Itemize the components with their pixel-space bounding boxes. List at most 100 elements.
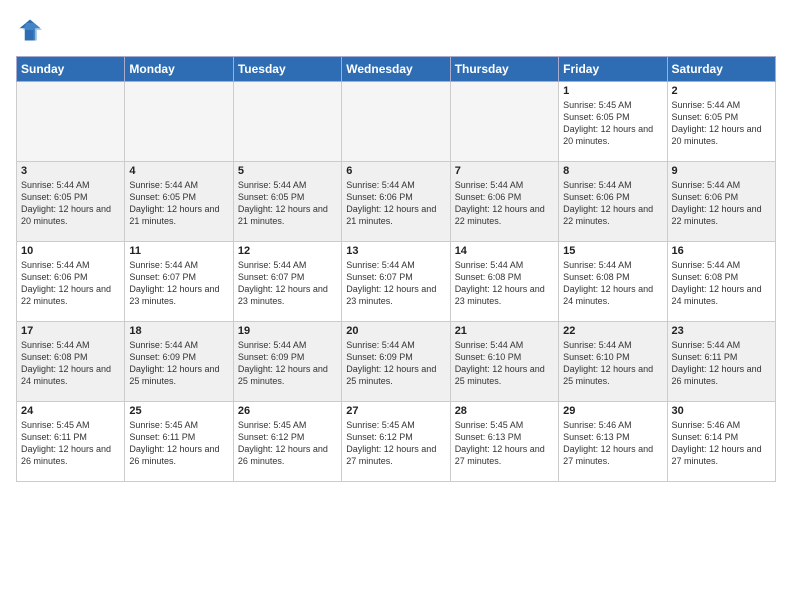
day-number: 1 <box>563 85 662 97</box>
day-cell: 28 Sunrise: 5:45 AM Sunset: 6:13 PM Dayli… <box>450 402 558 482</box>
day-info: Sunrise: 5:44 AM Sunset: 6:08 PM Dayligh… <box>563 259 662 308</box>
day-number: 23 <box>672 325 771 337</box>
day-number: 8 <box>563 165 662 177</box>
week-row-3: 10 Sunrise: 5:44 AM Sunset: 6:06 PM Dayli… <box>17 242 776 322</box>
day-cell: 11 Sunrise: 5:44 AM Sunset: 6:07 PM Dayli… <box>125 242 233 322</box>
day-cell <box>342 82 450 162</box>
day-info: Sunrise: 5:44 AM Sunset: 6:06 PM Dayligh… <box>21 259 120 308</box>
day-cell: 29Sunrise: 5:46 AM Sunset: 6:13 PM Dayli… <box>559 402 667 482</box>
day-cell: 27 Sunrise: 5:45 AM Sunset: 6:12 PM Dayli… <box>342 402 450 482</box>
day-info: Sunrise: 5:44 AM Sunset: 6:11 PM Dayligh… <box>672 339 771 388</box>
day-info: Sunrise: 5:45 AM Sunset: 6:05 PM Dayligh… <box>563 99 662 148</box>
day-cell: 21 Sunrise: 5:44 AM Sunset: 6:10 PM Dayli… <box>450 322 558 402</box>
day-number: 27 <box>346 405 445 417</box>
day-info: Sunrise: 5:45 AM Sunset: 6:12 PM Dayligh… <box>346 419 445 468</box>
day-cell: 6 Sunrise: 5:44 AM Sunset: 6:06 PM Daylig… <box>342 162 450 242</box>
day-cell: 23 Sunrise: 5:44 AM Sunset: 6:11 PM Dayli… <box>667 322 775 402</box>
day-info: Sunrise: 5:44 AM Sunset: 6:08 PM Dayligh… <box>21 339 120 388</box>
day-number: 4 <box>129 165 228 177</box>
day-cell: 15 Sunrise: 5:44 AM Sunset: 6:08 PM Dayli… <box>559 242 667 322</box>
day-info: Sunrise: 5:44 AM Sunset: 6:05 PM Dayligh… <box>129 179 228 228</box>
day-cell: 1 Sunrise: 5:45 AM Sunset: 6:05 PM Daylig… <box>559 82 667 162</box>
day-cell: 26Sunrise: 5:45 AM Sunset: 6:12 PM Dayli… <box>233 402 341 482</box>
day-number: 13 <box>346 245 445 257</box>
day-info: Sunrise: 5:44 AM Sunset: 6:07 PM Dayligh… <box>346 259 445 308</box>
day-info: Sunrise: 5:46 AM Sunset: 6:13 PM Dayligh… <box>563 419 662 468</box>
day-number: 11 <box>129 245 228 257</box>
weekday-header-thursday: Thursday <box>450 57 558 82</box>
day-number: 5 <box>238 165 337 177</box>
day-cell: 13 Sunrise: 5:44 AM Sunset: 6:07 PM Dayli… <box>342 242 450 322</box>
week-row-1: 1 Sunrise: 5:45 AM Sunset: 6:05 PM Daylig… <box>17 82 776 162</box>
day-number: 2 <box>672 85 771 97</box>
day-cell <box>17 82 125 162</box>
day-cell: 20 Sunrise: 5:44 AM Sunset: 6:09 PM Dayli… <box>342 322 450 402</box>
day-info: Sunrise: 5:44 AM Sunset: 6:07 PM Dayligh… <box>238 259 337 308</box>
day-info: Sunrise: 5:44 AM Sunset: 6:05 PM Dayligh… <box>238 179 337 228</box>
day-number: 18 <box>129 325 228 337</box>
day-number: 21 <box>455 325 554 337</box>
calendar-table: SundayMondayTuesdayWednesdayThursdayFrid… <box>16 56 776 482</box>
day-cell: 3 Sunrise: 5:44 AM Sunset: 6:05 PM Daylig… <box>17 162 125 242</box>
day-number: 9 <box>672 165 771 177</box>
day-info: Sunrise: 5:45 AM Sunset: 6:11 PM Dayligh… <box>21 419 120 468</box>
weekday-header-tuesday: Tuesday <box>233 57 341 82</box>
day-cell: 7 Sunrise: 5:44 AM Sunset: 6:06 PM Daylig… <box>450 162 558 242</box>
day-number: 14 <box>455 245 554 257</box>
weekday-header-sunday: Sunday <box>17 57 125 82</box>
day-cell: 25Sunrise: 5:45 AM Sunset: 6:11 PM Dayli… <box>125 402 233 482</box>
week-row-4: 17 Sunrise: 5:44 AM Sunset: 6:08 PM Dayli… <box>17 322 776 402</box>
day-info: Sunrise: 5:44 AM Sunset: 6:05 PM Dayligh… <box>21 179 120 228</box>
day-info: Sunrise: 5:45 AM Sunset: 6:13 PM Dayligh… <box>455 419 554 468</box>
day-info: Sunrise: 5:44 AM Sunset: 6:09 PM Dayligh… <box>346 339 445 388</box>
day-cell: 16Sunrise: 5:44 AM Sunset: 6:08 PM Dayli… <box>667 242 775 322</box>
logo <box>16 16 48 44</box>
day-number: 28 <box>455 405 554 417</box>
day-cell: 14 Sunrise: 5:44 AM Sunset: 6:08 PM Dayli… <box>450 242 558 322</box>
day-number: 15 <box>563 245 662 257</box>
day-info: Sunrise: 5:44 AM Sunset: 6:06 PM Dayligh… <box>455 179 554 228</box>
weekday-header-row: SundayMondayTuesdayWednesdayThursdayFrid… <box>17 57 776 82</box>
day-info: Sunrise: 5:44 AM Sunset: 6:06 PM Dayligh… <box>563 179 662 228</box>
day-number: 20 <box>346 325 445 337</box>
day-info: Sunrise: 5:44 AM Sunset: 6:10 PM Dayligh… <box>455 339 554 388</box>
day-number: 3 <box>21 165 120 177</box>
day-cell: 5 Sunrise: 5:44 AM Sunset: 6:05 PM Daylig… <box>233 162 341 242</box>
weekday-header-wednesday: Wednesday <box>342 57 450 82</box>
day-cell: 4 Sunrise: 5:44 AM Sunset: 6:05 PM Daylig… <box>125 162 233 242</box>
day-info: Sunrise: 5:44 AM Sunset: 6:06 PM Dayligh… <box>672 179 771 228</box>
week-row-2: 3 Sunrise: 5:44 AM Sunset: 6:05 PM Daylig… <box>17 162 776 242</box>
day-info: Sunrise: 5:44 AM Sunset: 6:10 PM Dayligh… <box>563 339 662 388</box>
day-cell: 10 Sunrise: 5:44 AM Sunset: 6:06 PM Dayli… <box>17 242 125 322</box>
day-cell: 8 Sunrise: 5:44 AM Sunset: 6:06 PM Daylig… <box>559 162 667 242</box>
day-info: Sunrise: 5:44 AM Sunset: 6:07 PM Dayligh… <box>129 259 228 308</box>
weekday-header-friday: Friday <box>559 57 667 82</box>
day-info: Sunrise: 5:44 AM Sunset: 6:08 PM Dayligh… <box>455 259 554 308</box>
day-number: 17 <box>21 325 120 337</box>
day-cell: 19 Sunrise: 5:44 AM Sunset: 6:09 PM Dayli… <box>233 322 341 402</box>
day-cell: 17 Sunrise: 5:44 AM Sunset: 6:08 PM Dayli… <box>17 322 125 402</box>
weekday-header-monday: Monday <box>125 57 233 82</box>
day-cell: 22 Sunrise: 5:44 AM Sunset: 6:10 PM Dayli… <box>559 322 667 402</box>
logo-icon <box>16 16 44 44</box>
day-number: 16 <box>672 245 771 257</box>
day-number: 25 <box>129 405 228 417</box>
day-cell: 30Sunrise: 5:46 AM Sunset: 6:14 PM Dayli… <box>667 402 775 482</box>
day-number: 10 <box>21 245 120 257</box>
week-row-5: 24Sunrise: 5:45 AM Sunset: 6:11 PM Dayli… <box>17 402 776 482</box>
day-cell <box>125 82 233 162</box>
day-number: 6 <box>346 165 445 177</box>
day-number: 12 <box>238 245 337 257</box>
day-info: Sunrise: 5:44 AM Sunset: 6:09 PM Dayligh… <box>238 339 337 388</box>
day-number: 22 <box>563 325 662 337</box>
day-number: 19 <box>238 325 337 337</box>
day-info: Sunrise: 5:44 AM Sunset: 6:05 PM Dayligh… <box>672 99 771 148</box>
weekday-header-saturday: Saturday <box>667 57 775 82</box>
day-cell <box>450 82 558 162</box>
day-info: Sunrise: 5:45 AM Sunset: 6:12 PM Dayligh… <box>238 419 337 468</box>
day-info: Sunrise: 5:44 AM Sunset: 6:06 PM Dayligh… <box>346 179 445 228</box>
day-number: 7 <box>455 165 554 177</box>
day-cell: 2 Sunrise: 5:44 AM Sunset: 6:05 PM Daylig… <box>667 82 775 162</box>
day-cell: 12 Sunrise: 5:44 AM Sunset: 6:07 PM Dayli… <box>233 242 341 322</box>
day-cell: 9 Sunrise: 5:44 AM Sunset: 6:06 PM Daylig… <box>667 162 775 242</box>
